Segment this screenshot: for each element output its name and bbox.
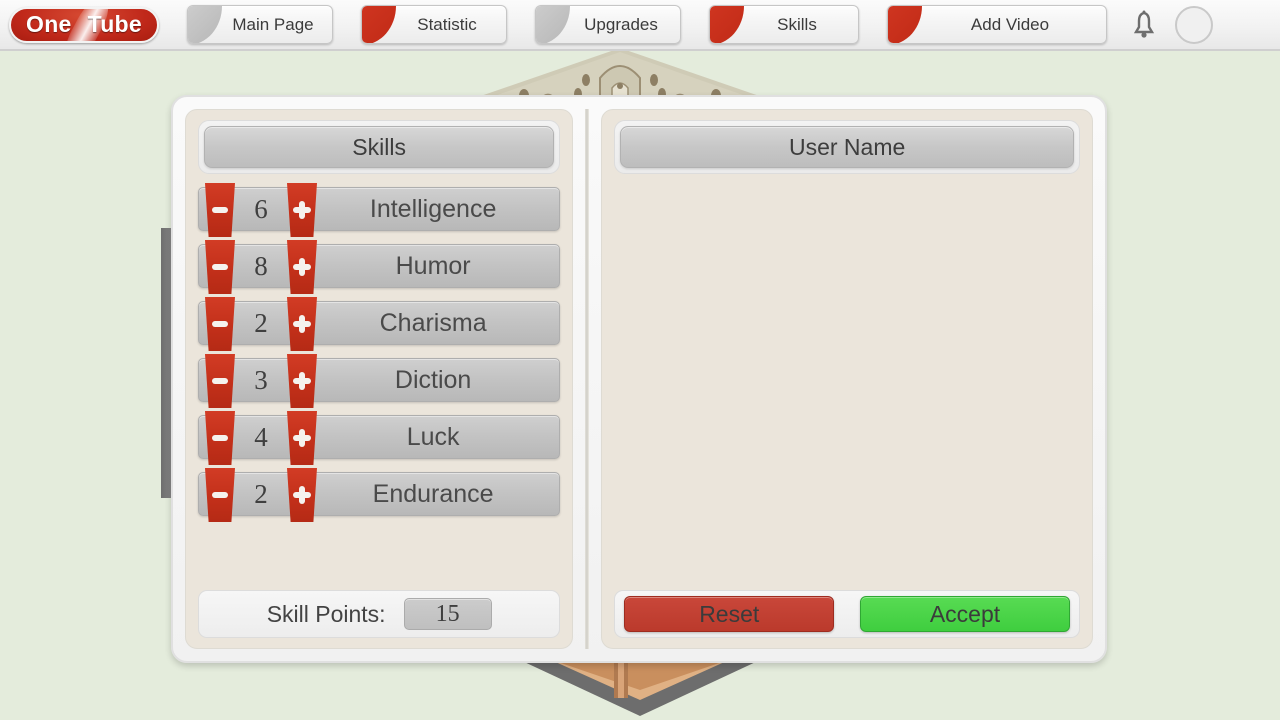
- skill-value: 3: [254, 364, 268, 395]
- tab-upgrades[interactable]: Upgrades: [535, 5, 681, 44]
- plus-icon: [293, 429, 311, 447]
- left-page: Skills 6 Intelligence 8 Humor 2 Charisma…: [173, 97, 585, 661]
- skill-row-endurance: 2 Endurance: [198, 468, 561, 522]
- minus-icon: [212, 321, 228, 327]
- minus-icon: [212, 378, 228, 384]
- skill-row-diction: 3 Diction: [198, 354, 561, 408]
- logo-word-one: One: [26, 11, 72, 37]
- minus-icon: [212, 207, 228, 213]
- skill-value: 6: [254, 193, 268, 224]
- plus-icon: [293, 258, 311, 276]
- app-logo[interactable]: One Tube: [9, 6, 159, 43]
- increment-button[interactable]: [287, 411, 317, 465]
- accept-button[interactable]: Accept: [860, 596, 1071, 632]
- increment-button[interactable]: [287, 354, 317, 408]
- logo-word-tube: Tube: [87, 11, 142, 37]
- decrement-button[interactable]: [205, 354, 235, 408]
- skill-row-humor: 8 Humor: [198, 240, 561, 294]
- skill-row-luck: 4 Luck: [198, 411, 561, 465]
- skills-title: Skills: [204, 126, 555, 168]
- skill-value: 8: [254, 250, 268, 281]
- user-name-field[interactable]: User Name: [620, 126, 1075, 168]
- tab-statistic[interactable]: Statistic: [361, 5, 507, 44]
- skill-row-charisma: 2 Charisma: [198, 297, 561, 351]
- decrement-button[interactable]: [205, 240, 235, 294]
- tab-label: Statistic: [417, 14, 477, 34]
- plus-icon: [293, 315, 311, 333]
- increment-button[interactable]: [287, 240, 317, 294]
- plus-icon: [293, 486, 311, 504]
- tab-label: Upgrades: [584, 14, 658, 34]
- tab-skills[interactable]: Skills: [709, 5, 859, 44]
- tab-corner-icon: [888, 6, 922, 43]
- tab-add-video[interactable]: Add Video: [887, 5, 1107, 44]
- increment-button[interactable]: [287, 183, 317, 237]
- skill-list: 6 Intelligence 8 Humor 2 Charisma 3 Dict…: [198, 183, 561, 578]
- reset-button[interactable]: Reset: [624, 596, 835, 632]
- minus-icon: [212, 492, 228, 498]
- decrement-button[interactable]: [205, 468, 235, 522]
- skill-points-label: Skill Points:: [266, 600, 386, 627]
- right-page: User Name Reset Accept: [589, 97, 1105, 661]
- skill-points-value: 15: [403, 598, 492, 630]
- tab-corner-icon: [710, 6, 744, 43]
- minus-icon: [212, 264, 228, 270]
- tab-label: Skills: [777, 14, 817, 34]
- tab-label: Main Page: [232, 14, 314, 34]
- user-name-frame: User Name: [614, 120, 1081, 174]
- skill-points-bar: Skill Points: 15: [198, 590, 561, 638]
- plus-icon: [293, 201, 311, 219]
- top-navigation-bar: One Tube Main Page Statistic Upgrades Sk…: [0, 0, 1280, 51]
- bell-icon[interactable]: [1129, 9, 1159, 41]
- increment-button[interactable]: [287, 468, 317, 522]
- tab-main-page[interactable]: Main Page: [187, 5, 333, 44]
- action-bar: Reset Accept: [614, 590, 1081, 638]
- minus-icon: [212, 435, 228, 441]
- skill-value: 4: [254, 421, 268, 452]
- decrement-button[interactable]: [205, 411, 235, 465]
- skill-value: 2: [254, 478, 268, 509]
- user-content-area: [614, 187, 1080, 578]
- skill-value: 2: [254, 307, 268, 338]
- tab-label: Add Video: [970, 14, 1050, 34]
- skills-panel: Skills 6 Intelligence 8 Humor 2 Charisma…: [171, 95, 1107, 663]
- skills-title-frame: Skills: [198, 120, 561, 174]
- skill-row-intelligence: 6 Intelligence: [198, 183, 561, 237]
- decrement-button[interactable]: [205, 183, 235, 237]
- plus-icon: [293, 372, 311, 390]
- avatar[interactable]: [1175, 5, 1213, 44]
- increment-button[interactable]: [287, 297, 317, 351]
- decrement-button[interactable]: [205, 297, 235, 351]
